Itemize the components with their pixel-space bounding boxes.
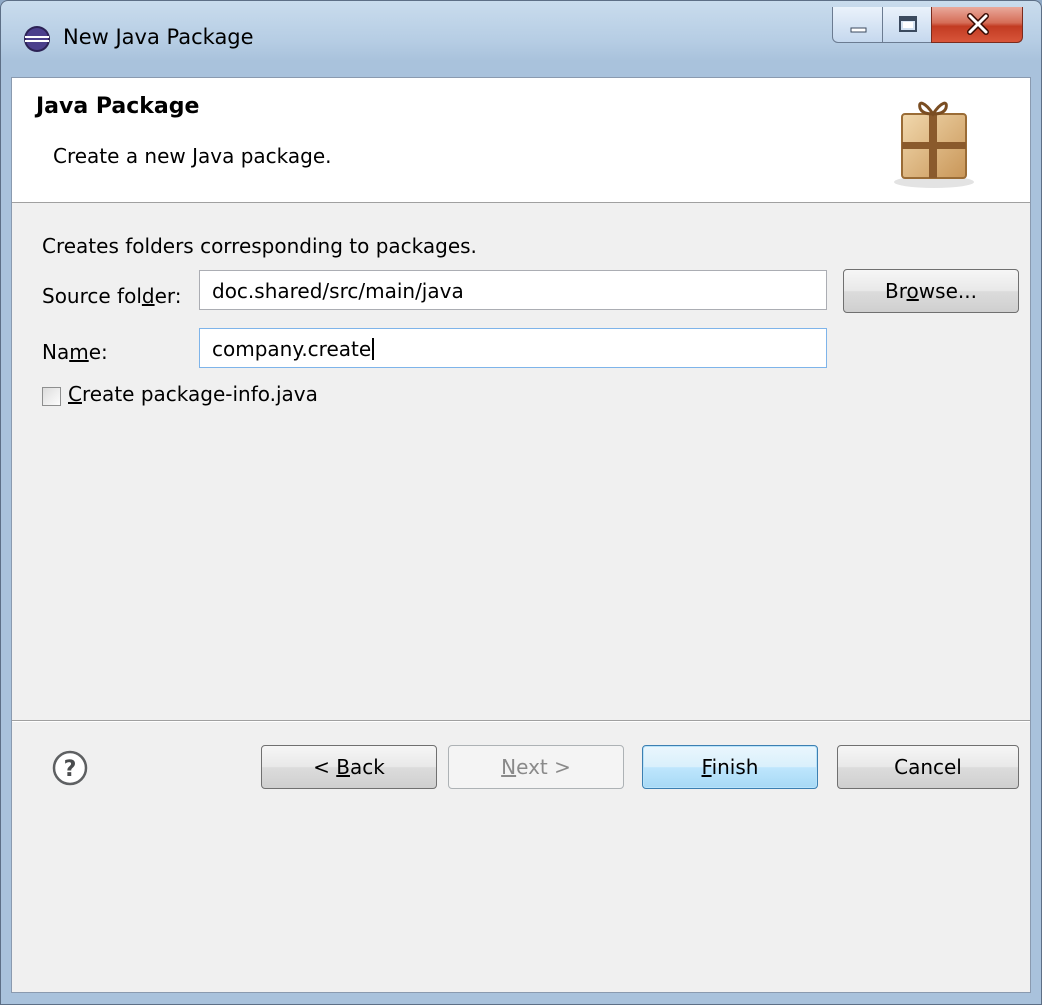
package-name-input[interactable]: company.create	[199, 328, 827, 368]
package-icon	[894, 101, 974, 188]
name-label: Name:	[42, 340, 108, 364]
package-info-checkbox[interactable]	[42, 387, 61, 406]
footer-separator	[12, 720, 1030, 722]
wizard-title: Java Package	[36, 94, 200, 119]
back-button[interactable]: < Back	[261, 745, 437, 789]
maximize-icon	[899, 16, 917, 32]
source-folder-label: Source folder:	[42, 284, 182, 308]
close-button[interactable]	[931, 7, 1023, 43]
text-caret	[372, 338, 375, 360]
source-folder-input[interactable]: doc.shared/src/main/java	[199, 270, 827, 310]
eclipse-icon	[24, 26, 50, 52]
cancel-button[interactable]: Cancel	[837, 745, 1019, 789]
finish-button[interactable]: Finish	[642, 745, 818, 789]
window-title: New Java Package	[63, 25, 254, 49]
help-icon[interactable]: ?	[52, 750, 88, 786]
wizard-banner: Java Package Create a new Java package.	[12, 78, 1030, 203]
wizard-description: Create a new Java package.	[53, 144, 332, 168]
close-icon	[967, 13, 989, 35]
browse-button[interactable]: Browse...	[843, 269, 1019, 313]
svg-text:?: ?	[64, 757, 77, 782]
minimize-icon	[850, 27, 867, 33]
dialog-client-area: Java Package Create a new Java package. …	[11, 77, 1031, 993]
next-button[interactable]: Next >	[448, 745, 624, 789]
minimize-button[interactable]	[832, 7, 883, 43]
package-info-label[interactable]: Create package-info.java	[68, 382, 318, 406]
intro-text: Creates folders corresponding to package…	[42, 234, 477, 258]
dialog-window: New Java Package Java Package Create a n…	[0, 0, 1042, 1005]
title-bar[interactable]: New Java Package	[1, 1, 1041, 77]
maximize-button[interactable]	[882, 7, 932, 43]
